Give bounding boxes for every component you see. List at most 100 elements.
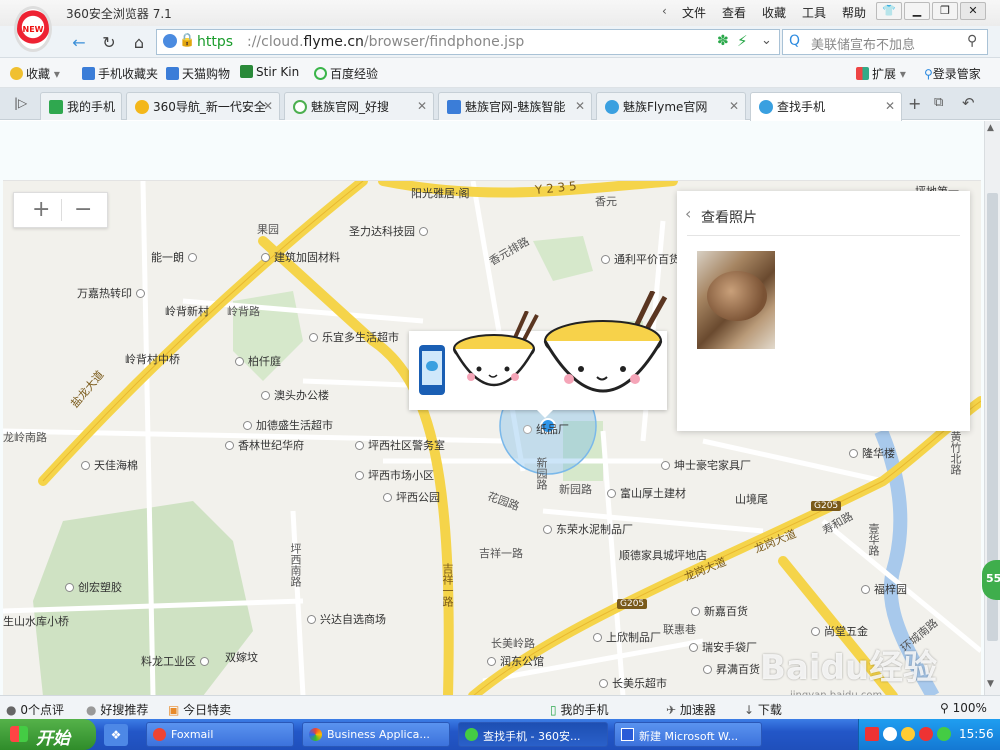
task-word[interactable]: 新建 Microsoft W... [614,722,762,747]
chevron-down-icon[interactable]: ⌄ [761,33,772,48]
place-label[interactable]: 岭背新村 [165,303,209,319]
zoom-level[interactable]: ⚲ 100% [940,701,987,715]
search-icon[interactable]: ⚲ [967,33,977,49]
place-label[interactable]: 岭背村中桥 [125,351,180,367]
security-shield-icon[interactable]: ✽ [717,33,729,49]
undo-close-icon[interactable]: ↶ [962,94,975,112]
place-label[interactable]: 兴达自选商场 [307,611,386,627]
place-label[interactable]: 阳光雅居·阁 [411,185,470,201]
skin-button[interactable]: 👕 [876,2,902,20]
place-label[interactable]: 通利平价百货 [601,251,680,267]
place-label[interactable]: 尚堂五金 [811,623,868,639]
place-label[interactable]: 双嫁坟 [225,649,258,665]
start-button[interactable]: 开始 [0,719,96,750]
tab-meizu-official[interactable]: 魅族官网-魅族智能 ✕ [438,92,592,120]
photo-thumbnail[interactable] [697,251,775,349]
tray-app-icon[interactable] [865,727,879,741]
speed-mode-icon[interactable]: ⚡ [737,32,748,50]
place-label[interactable]: 料龙工业区 [141,653,213,669]
menu-favorites[interactable]: 收藏 [762,4,786,21]
bookmark-phone-favorites[interactable]: 手机收藏夹 [82,65,158,82]
refresh-icon[interactable]: ↻ [98,32,120,54]
place-label[interactable]: 创宏塑胶 [65,579,122,595]
zoom-out-button[interactable]: − [74,197,92,222]
tab-meizu-haosou[interactable]: 魅族官网_好搜 ✕ [284,92,434,120]
tab-meizu-flyme[interactable]: 魅族Flyme官网 ✕ [596,92,746,120]
place-label[interactable]: 纸品厂 [523,421,569,437]
close-icon[interactable]: ✕ [417,99,427,113]
accelerator-button[interactable]: ✈ 加速器 [666,701,716,718]
place-label[interactable]: 圣力达科技园 [349,223,432,239]
place-label[interactable]: 乐宜多生活超市 [309,329,399,345]
place-label[interactable]: 新嘉百货 [691,603,748,619]
place-label[interactable]: 坪西市场小区 [355,467,434,483]
place-label[interactable]: 山境尾 [735,491,768,507]
quick-launch-icon[interactable]: ❖ [104,724,128,746]
clock[interactable]: 15:56 [959,727,994,741]
reviews-button[interactable]: ● 0个点评 [6,701,64,718]
my-phone-button[interactable]: ▯ 我的手机 [550,701,608,718]
place-label[interactable]: 长美乐超市 [599,675,667,691]
place-label[interactable]: 上欣制品厂 [593,629,661,645]
place-label[interactable]: 福梓园 [861,581,907,597]
place-label[interactable]: 万嘉热转印 [77,285,149,301]
place-label[interactable]: 东荣水泥制品厂 [543,521,633,537]
place-label[interactable]: 能一朗 [151,249,201,265]
tray-app-icon[interactable] [901,727,915,741]
new-tab-icon[interactable]: + [908,94,921,113]
zoom-in-button[interactable]: + [32,197,50,222]
close-icon[interactable]: ✕ [885,99,895,113]
extensions-button[interactable]: 扩展 ▾ [856,65,906,82]
recommend-button[interactable]: ● 好搜推荐 [86,701,148,718]
place-label[interactable]: 富山厚土建材 [607,485,686,501]
vertical-scrollbar[interactable]: ▲ ▼ [984,121,1000,695]
place-label[interactable]: 坤士豪宅家具厂 [661,457,751,473]
bookmark-baidu-jingyan[interactable]: 百度经验 [314,65,378,82]
place-label[interactable]: 隆华楼 [849,445,895,461]
tab-360-nav[interactable]: 360导航_新一代安全 ✕ [126,92,280,120]
minimize-button[interactable]: ▁ [904,2,930,20]
place-label[interactable]: 生山水库小桥 [3,613,69,629]
tab-list-icon[interactable]: ⧉ [934,95,943,110]
tab-find-phone[interactable]: 查找手机 ✕ [750,92,902,121]
search-box[interactable]: Q 美联储宣布不加息 ⚲ [782,29,988,55]
place-label[interactable]: 天佳海棉 [81,457,138,473]
back-icon[interactable]: ← [68,32,90,54]
menu-tools[interactable]: 工具 [802,4,826,21]
menu-view[interactable]: 查看 [722,4,746,21]
deals-button[interactable]: ▣ 今日特卖 [168,701,231,718]
url-bar[interactable]: 🔒 https ://cloud.flyme.cn/browser/findph… [156,29,780,55]
close-icon[interactable]: ✕ [729,99,739,113]
chevron-left-icon[interactable]: ‹ [662,4,667,18]
close-icon[interactable]: ✕ [263,99,273,113]
maximize-button[interactable]: ❐ [932,2,958,20]
floating-side-widget[interactable]: 55 [982,560,1000,600]
close-icon[interactable]: ✕ [575,99,585,113]
map[interactable]: + − 阳光雅居·阁 圣力达科技园 能一朗 建筑加固材料 万嘉热转印 岭背新村 … [3,180,981,695]
menu-help[interactable]: 帮助 [842,4,866,21]
search-input[interactable]: 美联储宣布不加息 [811,34,915,53]
bookmark-stirkin[interactable]: Stir Kin [240,65,299,79]
favorites-button[interactable]: 收藏 ▾ [10,65,60,82]
scroll-up-icon[interactable]: ▲ [987,123,994,133]
place-label[interactable]: 昇满百货 [703,661,760,677]
tray-app-icon[interactable] [937,727,951,741]
tray-app-icon[interactable] [883,727,897,741]
place-label[interactable]: 坪西公园 [383,489,440,505]
sidebar-toggle-icon[interactable]: |▷ [14,96,27,110]
place-label[interactable]: 坪西社区警务室 [355,437,445,453]
tray-app-icon[interactable] [919,727,933,741]
place-label[interactable]: 瑞安手袋厂 [689,639,757,655]
task-business-app[interactable]: Business Applica... [302,722,450,747]
home-icon[interactable]: ⌂ [128,32,150,54]
place-label[interactable]: 加德盛生活超市 [243,417,333,433]
place-label[interactable]: 建筑加固材料 [261,249,340,265]
task-foxmail[interactable]: Foxmail [146,722,294,747]
bookmark-tmall[interactable]: 天猫购物 [166,65,230,82]
tab-my-phone[interactable]: 我的手机 [40,92,122,120]
login-manager-button[interactable]: ⚲登录管家 [924,65,981,82]
place-label[interactable]: 澳头办公楼 [261,387,329,403]
search-engine-icon[interactable]: Q [789,33,800,49]
place-label[interactable]: 顺德家具城坪地店 [619,547,707,563]
back-chevron-icon[interactable]: ‹ [685,204,691,223]
